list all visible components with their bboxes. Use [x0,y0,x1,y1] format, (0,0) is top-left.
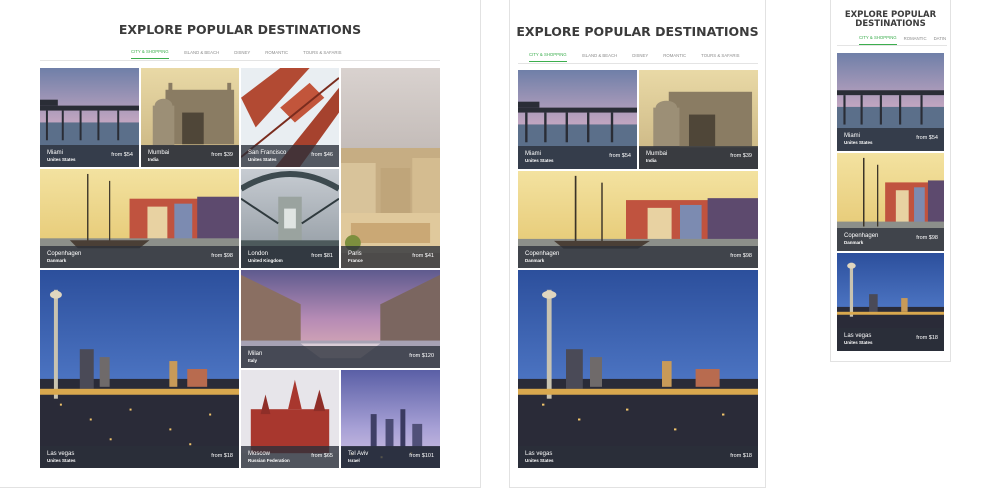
destination-city: Las vegas [844,333,872,339]
destination-card-mumbai[interactable]: Mumbai India from $39 [639,70,758,169]
destination-city: Miami [844,133,860,139]
destination-price: from $54 [609,153,631,159]
las-vegas-photo [518,270,758,468]
tab-island-beach[interactable]: ISLAND & BEACH [184,50,220,59]
destination-city: Milan [248,351,263,357]
destination-card-miami[interactable]: Miami Unites States from $54 [40,68,139,167]
destination-country: Unites States [248,157,277,162]
destination-city: Copenhagen [47,251,82,257]
category-tabs: CITY & SHOPPING ISLAND & BEACH DISNEY RO… [529,52,740,62]
destination-country: Israel [348,458,360,463]
tab-city-shopping[interactable]: CITY & SHOPPING [529,52,567,62]
destination-country: Danmark [844,240,864,245]
tab-romantic[interactable]: ROMANTIC [265,50,288,59]
destination-city: Tel Aviv [348,451,369,457]
desktop-frame: EXPLORE POPULAR DESTINATIONS CITY & SHOP… [0,0,481,488]
destination-city: Miami [525,151,541,157]
tab-city-shopping[interactable]: CITY & SHOPPING [131,49,169,59]
destination-country: Italy [248,358,258,363]
destination-city: Miami [47,150,63,156]
destination-price: from $120 [409,353,434,359]
destination-card-copenhagen[interactable]: Copenhagen Danmark from $98 [837,153,944,251]
destination-country: France [348,258,363,263]
mobile-frame: EXPLORE POPULAR DESTINATIONS CITY & SHOP… [830,0,951,362]
page-title-line-2: DESTINATIONS [855,19,926,29]
destination-country: Unites States [844,140,873,145]
las-vegas-photo [40,270,239,468]
tab-tours-safaris[interactable]: TOURS & SAFARIS [303,50,341,59]
tab-tours-safaris[interactable]: TOURS & SAFARIS [701,53,739,62]
destination-price: from $65 [311,453,333,459]
destination-city: London [248,251,269,257]
destination-country: Danmark [525,258,545,263]
tabs-divider [518,63,758,64]
tab-island-beach[interactable]: ISLAND & BEACH [582,53,618,62]
destination-price: from $54 [111,152,133,158]
tab-romantic[interactable]: ROMANTIC [663,53,686,62]
destination-city: Mumbai [148,150,170,156]
destination-city: Moscow [248,451,271,457]
destination-card-las-vegas[interactable]: Las vegas Unites States from $18 [518,270,758,468]
destination-price: from $54 [916,135,938,141]
destination-card-london[interactable]: London United Kingdom from $81 [241,169,339,268]
destination-country: Unites States [47,157,76,162]
tab-dating[interactable]: DATIN [934,36,947,45]
destination-price: from $18 [916,335,938,341]
destination-country: Unites States [525,158,554,163]
destination-card-moscow[interactable]: Moscow Russian Federation from $65 [241,370,339,468]
destination-price: from $18 [211,453,233,459]
destination-price: from $98 [916,235,938,241]
destination-price: from $98 [211,253,233,259]
destination-card-las-vegas[interactable]: Las vegas Unites States from $18 [837,253,944,351]
category-tabs: CITY & SHOPPING ROMANTIC DATIN [859,35,946,45]
destination-card-san-francisco[interactable]: San Francisco Unites States from $46 [241,68,339,167]
category-tabs: CITY & SHOPPING ISLAND & BEACH DISNEY RO… [131,49,342,59]
destination-country: Unites States [47,458,76,463]
destination-card-mumbai[interactable]: Mumbai India from $39 [141,68,239,167]
destination-card-milan[interactable]: Milan Italy from $120 [241,270,440,368]
destination-city: San Francisco [248,150,287,156]
tab-city-shopping[interactable]: CITY & SHOPPING [859,35,897,45]
destination-city: Las vegas [525,451,553,457]
destination-card-paris[interactable]: Paris France from $41 [341,68,440,268]
page-title: EXPLORE POPULAR DESTINATIONS [516,24,759,39]
page-title: EXPLORE POPULAR DESTINATIONS [118,22,362,37]
destination-city: Las vegas [47,451,75,457]
destination-price: from $101 [409,453,434,459]
tablet-frame: EXPLORE POPULAR DESTINATIONS CITY & SHOP… [509,0,766,488]
destination-country: India [646,158,657,163]
destination-price: from $81 [311,253,333,259]
paris-photo [341,68,440,268]
destination-country: United Kingdom [248,258,283,263]
destination-price: from $41 [412,253,434,259]
destination-city: Copenhagen [525,251,560,257]
destination-country: India [148,157,159,162]
tab-romantic[interactable]: ROMANTIC [904,36,927,45]
tab-disney[interactable]: DISNEY [632,53,648,62]
tabs-divider [40,60,440,61]
destination-price: from $98 [730,253,752,259]
destination-card-miami[interactable]: Miami Unites States from $54 [837,53,944,151]
destination-price: from $18 [730,453,752,459]
destination-card-las-vegas[interactable]: Las vegas Unites States from $18 [40,270,239,468]
destination-card-miami[interactable]: Miami Unites States from $54 [518,70,637,169]
destination-card-copenhagen[interactable]: Copenhagen Danmark from $98 [518,171,758,268]
destination-price: from $39 [211,152,233,158]
destination-country: Russian Federation [248,458,290,463]
destination-card-tel-aviv[interactable]: Tel Aviv Israel from $101 [341,370,440,468]
destination-country: Danmark [47,258,67,263]
destination-price: from $46 [311,152,333,158]
tabs-divider [837,45,947,46]
destination-country: Unites States [844,340,873,345]
destination-card-copenhagen[interactable]: Copenhagen Danmark from $98 [40,169,239,268]
destination-price: from $39 [730,153,752,159]
destination-city: Paris [348,251,362,257]
destination-city: Mumbai [646,151,668,157]
tab-disney[interactable]: DISNEY [234,50,250,59]
destination-city: Copenhagen [844,233,879,239]
destination-country: Unites States [525,458,554,463]
